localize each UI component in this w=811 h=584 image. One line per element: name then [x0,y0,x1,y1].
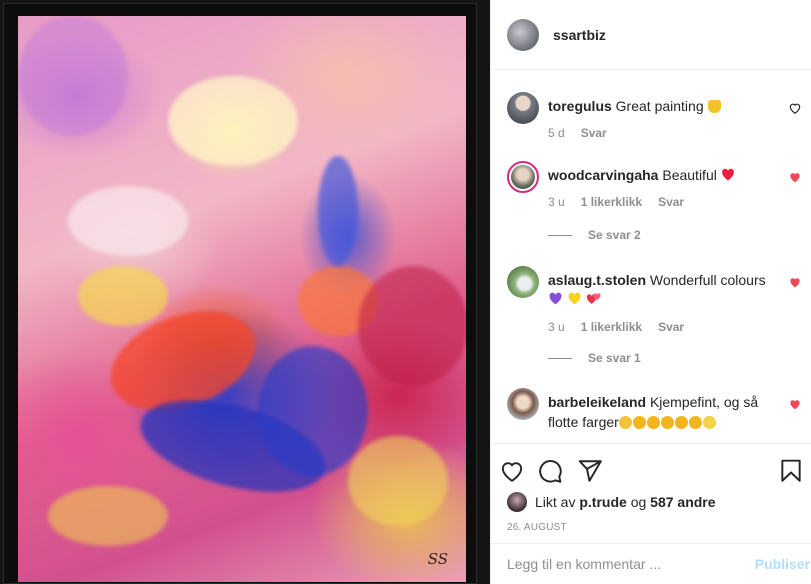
ok-hand-icon [618,416,632,429]
liked-comment-heart-icon[interactable] [788,170,802,184]
post-header: ssartbiz [491,0,811,70]
reply-button[interactable]: Svar [658,320,684,334]
post-actions: Likt av p.trude og 587 andre 26. AUGUST [491,443,811,533]
comment-meta: 5 d Svar [548,126,607,140]
clapping-hands-icon [646,416,660,429]
reply-button[interactable]: Svar [581,126,607,140]
commenter-avatar[interactable] [507,388,539,420]
post-sidebar: ssartbiz toregulus Great painting 5 d Sv… [490,0,811,584]
comment-meta: 3 u 1 likerklikk Svar [548,195,684,209]
liked-comment-heart-icon[interactable] [788,275,802,289]
commenter-username[interactable]: toregulus [548,98,612,114]
comment-time[interactable]: 5 d [548,126,565,140]
post-image[interactable]: SS [0,0,490,584]
comment-body: toregulus Great painting [548,96,772,116]
comment-input[interactable] [507,556,727,572]
author-username[interactable]: ssartbiz [553,27,606,43]
view-replies-button[interactable]: Se svar 2 [548,228,641,242]
commenter-username[interactable]: woodcarvingaha [548,167,658,183]
commenter-username[interactable]: barbeleikeland [548,394,646,410]
commenter-avatar[interactable] [507,92,539,124]
abstract-painting: SS [18,16,466,582]
post-date[interactable]: 26. AUGUST [507,522,567,533]
comment-meta: 3 u 1 likerklikk Svar [548,320,684,334]
comment-item: barbeleikeland Kjempefint, og så flotte … [507,388,802,442]
comment-item: aslaug.t.stolen Wonderfull colours 3 u 1… [507,266,802,346]
clapping-hands-icon [688,416,702,429]
comment-body: barbeleikeland Kjempefint, og så flotte … [548,392,772,432]
comments-list: toregulus Great painting 5 d Svar woodca… [491,70,811,442]
yellow-heart-icon [568,292,581,305]
replies-divider [548,234,572,236]
clapping-hands-icon [674,416,688,429]
comment-item: toregulus Great painting 5 d Svar [507,92,802,152]
comment-bubble-icon[interactable] [537,458,563,484]
comment-time[interactable]: 3 u [548,195,565,209]
save-bookmark-icon[interactable] [778,458,804,484]
action-icons [499,450,804,490]
author-avatar[interactable] [507,18,539,51]
replies-divider [548,357,572,359]
red-heart-icon [721,168,734,181]
liked-by-and: og [630,494,647,510]
clapping-hands-icon [660,416,674,429]
add-comment-bar: Publiser [491,543,811,584]
view-replies-label[interactable]: Se svar 1 [588,351,641,365]
comment-body: woodcarvingaha Beautiful [548,165,772,185]
liked-by-others[interactable]: 587 andre [650,494,715,510]
commenter-username[interactable]: aslaug.t.stolen [548,272,646,288]
liked-comment-heart-icon[interactable] [788,397,802,411]
share-paper-plane-icon[interactable] [577,458,603,484]
instagram-post: SS ssartbiz toregulus Great painting 5 d… [0,0,811,584]
comment-likes-count[interactable]: 1 likerklikk [581,195,642,209]
commenter-avatar[interactable] [507,266,539,298]
thumbs-up-icon [707,100,721,113]
reply-button[interactable]: Svar [658,195,684,209]
view-replies-button[interactable]: Se svar 1 [548,351,641,365]
publish-button[interactable]: Publiser [755,556,810,572]
painting-signature: SS [427,550,448,568]
comment-text: Great painting [615,98,704,114]
purple-heart-icon [549,292,562,305]
comment-likes-count[interactable]: 1 likerklikk [581,320,642,334]
painting-frame: SS [3,3,477,584]
comment-text: Beautiful [662,167,717,183]
comment-body: aslaug.t.stolen Wonderfull colours [548,270,772,310]
like-comment-heart-icon[interactable] [788,101,802,115]
liked-by: Likt av p.trude og 587 andre [507,492,716,512]
commenter-avatar-story[interactable] [507,161,539,193]
comment-time[interactable]: 3 u [548,320,565,334]
comment-text: Wonderfull colours [649,272,766,288]
two-hearts-icon [586,293,601,304]
liker-avatar[interactable] [507,492,527,512]
liked-by-user[interactable]: p.trude [579,494,626,510]
comment-item: woodcarvingaha Beautiful 3 u 1 likerklik… [507,161,802,221]
like-heart-icon[interactable] [499,458,525,484]
smiling-face-icon [702,416,716,429]
view-replies-label[interactable]: Se svar 2 [588,228,641,242]
liked-by-label: Likt av [535,494,576,510]
clapping-hands-icon [632,416,646,429]
